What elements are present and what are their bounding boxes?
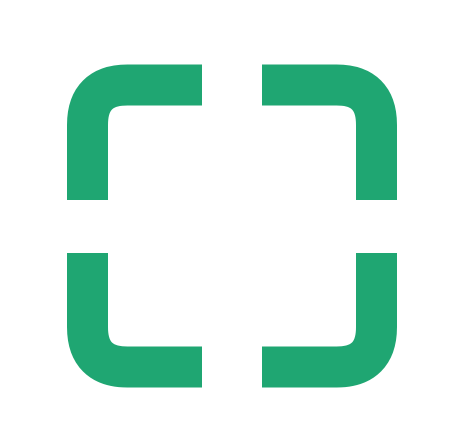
- frame-corners: [67, 64, 397, 388]
- icon-canvas: [0, 0, 464, 440]
- top-right-corner: [262, 64, 397, 200]
- bottom-left-corner: [67, 253, 202, 388]
- bottom-right-corner: [262, 253, 397, 388]
- top-left-corner: [67, 64, 202, 200]
- scan-frame-icon: [67, 64, 397, 388]
